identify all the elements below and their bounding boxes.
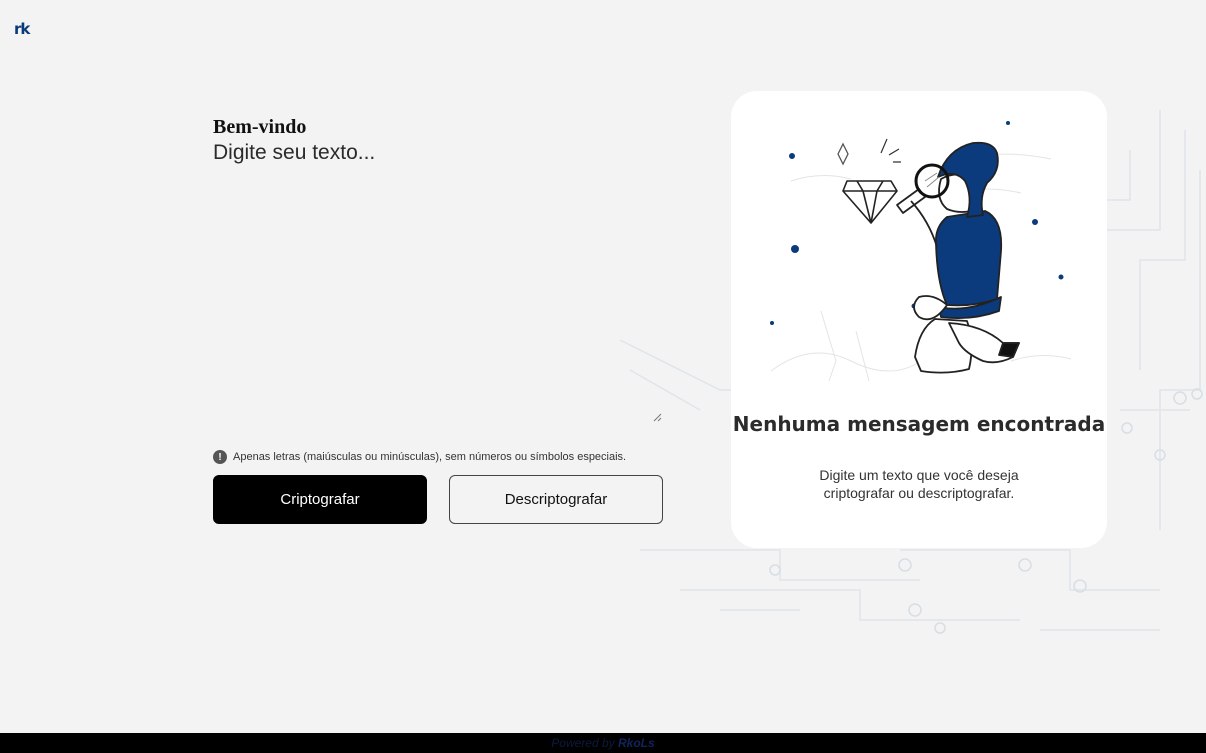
footer-brand-link[interactable]: RkoLs	[618, 736, 655, 750]
exclamation-icon: !	[213, 450, 227, 464]
footer-prefix: Powered by	[551, 736, 615, 750]
person-magnifier-illustration	[770, 121, 1072, 382]
input-hint: ! Apenas letras (maiúsculas ou minúscula…	[213, 450, 626, 464]
welcome-heading: Bem-vindo	[213, 116, 307, 138]
footer: Powered by RkoLs	[0, 733, 1206, 753]
empty-state-subtitle: Digite um texto que você deseja criptogr…	[819, 467, 1019, 501]
decrypt-button[interactable]: Descriptografar	[449, 475, 663, 524]
empty-state-title: Nenhuma mensagem encontrada	[732, 412, 1106, 436]
message-input[interactable]	[213, 141, 663, 425]
textarea-resize-handle[interactable]	[653, 413, 662, 422]
app-logo: rk	[14, 20, 30, 38]
input-hint-text: Apenas letras (maiúsculas ou minúsculas)…	[233, 451, 627, 463]
encrypt-button[interactable]: Criptografar	[213, 475, 427, 524]
result-card: Nenhuma mensagem encontrada Digite um te…	[731, 91, 1107, 548]
